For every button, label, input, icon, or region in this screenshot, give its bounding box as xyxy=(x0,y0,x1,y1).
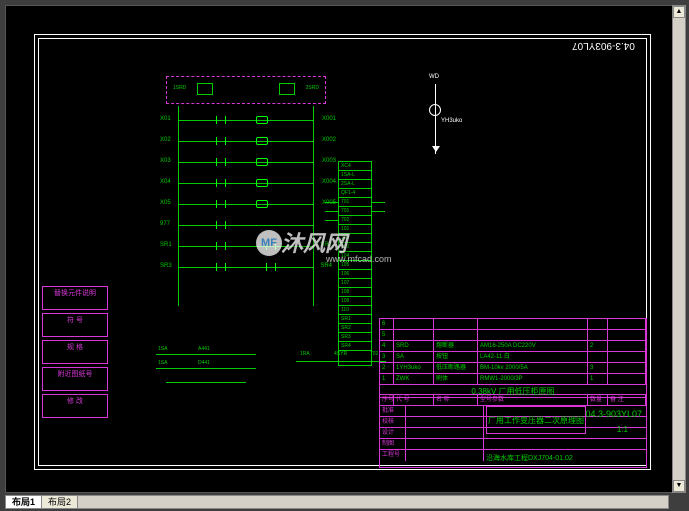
terminal-row: SR4 xyxy=(339,342,371,351)
project-name: 沿海水库工程DXJ704-01.02 xyxy=(486,453,573,463)
drawing-number: 04.3-903YL07 xyxy=(585,409,642,419)
terminal-row: 107 xyxy=(339,279,371,288)
switch-group: 1RA 4SYR 702 xyxy=(296,351,392,381)
terminal-row: 702 xyxy=(339,216,371,225)
terminal-row: 701 xyxy=(339,207,371,216)
terminal-row: SR1 xyxy=(339,315,371,324)
sld-top-label: WD xyxy=(429,74,439,80)
terminal-row: 104 xyxy=(339,252,371,261)
scroll-up-button[interactable]: ▲ xyxy=(673,6,685,18)
relay-group: 1SA A441 1SA D441 xyxy=(156,346,276,396)
fuse-label-l: 1SRD xyxy=(173,85,186,91)
flipped-drawing-number: 04.3-903YL07 xyxy=(572,40,635,51)
terminal-row: XC4 xyxy=(339,162,371,171)
revision-table: 替换元件说明 符 号 规 格 附近图纸号 修 改 xyxy=(42,286,108,421)
terminal-row: 106 xyxy=(339,270,371,279)
rev-cell: 替换元件说明 xyxy=(42,286,108,310)
drawing-title: 厂用工作变压器二次原理图 xyxy=(486,406,586,434)
terminal-row: 101 xyxy=(339,225,371,234)
fuse-1 xyxy=(197,83,213,95)
cad-viewport: 04.3-903YL07 WD YH3uko 1SRD 2SRD X01 X00… xyxy=(0,0,689,511)
parts-list: 6 5 4SRD熔断器AM16-250A DC220V2 3SA按钮LA42-1… xyxy=(380,319,646,395)
terminal-strip: XC4 1SA-L 2SA-L QF1-4 701 701 702 101 10… xyxy=(338,161,372,366)
drawing-canvas[interactable]: 04.3-903YL07 WD YH3uko 1SRD 2SRD X01 X00… xyxy=(5,5,684,493)
single-line-diagram: WD YH3uko xyxy=(411,84,461,164)
layout-tab-bar: 布局1 布局2 xyxy=(5,495,669,509)
vertical-scrollbar[interactable]: ▲ ▼ xyxy=(672,5,686,493)
terminal-row: SR3 xyxy=(339,333,371,342)
terminal-row: SR2 xyxy=(339,324,371,333)
drawing-scale: 1:1 xyxy=(617,425,628,434)
title-block: 6 5 4SRD熔断器AM16-250A DC220V2 3SA按钮LA42-1… xyxy=(379,318,647,468)
ladder-diagram: X01 X001 X02 X002 X03 X003 X04 X004 X05 … xyxy=(166,106,326,306)
terminal-row: 701 xyxy=(339,198,371,207)
terminal-row: QF1-4 xyxy=(339,189,371,198)
terminal-row: 110 xyxy=(339,306,371,315)
terminal-row: 105 xyxy=(339,261,371,270)
terminal-row: 1SA-L xyxy=(339,171,371,180)
terminal-row: 102 xyxy=(339,234,371,243)
rev-cell: 修 改 xyxy=(42,394,108,418)
terminal-row: 103 xyxy=(339,243,371,252)
layout-tab-2[interactable]: 布局2 xyxy=(42,496,78,508)
rev-cell: 规 格 xyxy=(42,340,108,364)
title-block-lower: 序号 代 号 名 称 型号参数 数量 备 注 批准 校核 设计 制图 工程号 厂… xyxy=(380,395,646,467)
fuse-enclosure: 1SRD 2SRD xyxy=(166,76,326,104)
sld-mid-label: YH3uko xyxy=(441,118,462,124)
scroll-down-button[interactable]: ▼ xyxy=(673,480,685,492)
terminal-row: 109 xyxy=(339,297,371,306)
terminal-row: 2SA-L xyxy=(339,180,371,189)
fuse-2 xyxy=(279,83,295,95)
layout-tab-1[interactable]: 布局1 xyxy=(6,496,42,508)
terminal-row: 108 xyxy=(339,288,371,297)
rev-cell: 附近图纸号 xyxy=(42,367,108,391)
fuse-label-r: 2SRD xyxy=(306,85,319,91)
rev-cell: 符 号 xyxy=(42,313,108,337)
schematic-block: 1SRD 2SRD X01 X001 X02 X002 X03 X003 X04… xyxy=(166,76,326,316)
